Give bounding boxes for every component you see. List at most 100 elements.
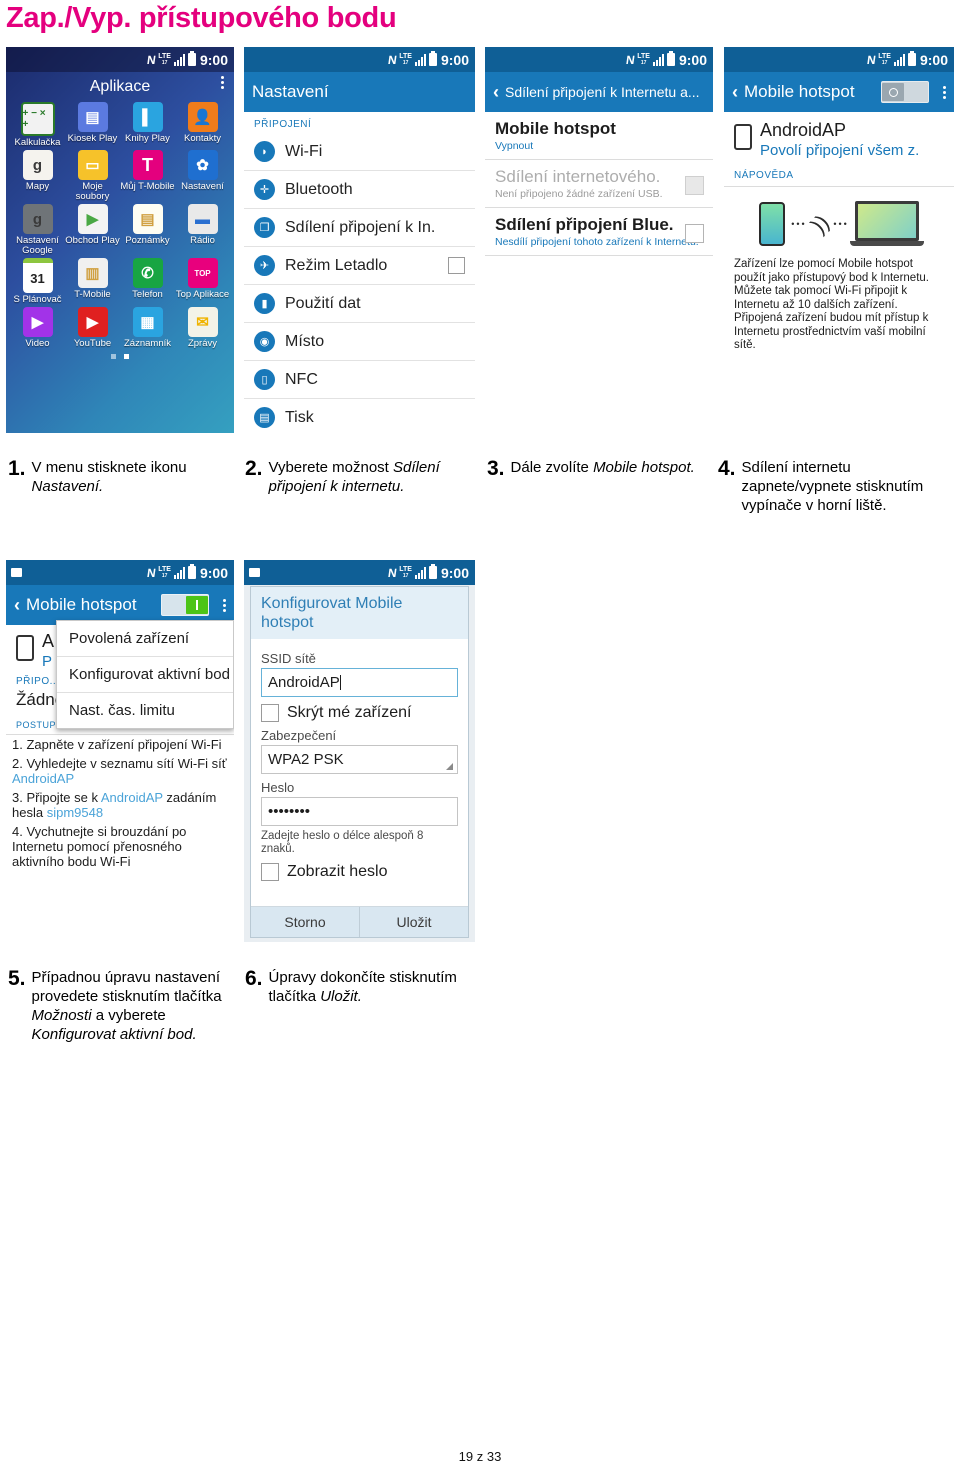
menu-item-0[interactable]: Povolená zařízení [57,621,233,657]
app-label: Video [25,338,50,349]
settings-row-0[interactable]: ◗ Wi-Fi [244,133,475,171]
app-label: Můj T-Mobile [120,181,175,192]
app-icon-7[interactable]: ✿ Nastavení [175,150,230,202]
app-icon-15[interactable]: TOP Top Aplikace [175,258,230,305]
tethering-row-0[interactable]: Mobile hotspot Vypnout [485,112,713,160]
show-password-checkbox-row[interactable]: Zobrazit heslo [261,863,458,881]
ssid-input[interactable]: AndroidAP [261,668,458,697]
app-label: YouTube [73,338,112,349]
app-icon-4[interactable]: g Mapy [10,150,65,202]
ap-row[interactable]: AndroidAP Povolí připojení všem z. [724,112,954,163]
phone-icon [734,124,752,150]
hide-device-checkbox[interactable] [261,704,279,722]
lte-icon: LTE 17 [158,52,171,66]
app-icon-16[interactable]: ▶ Video [10,307,65,349]
cancel-button[interactable]: Storno [251,907,360,937]
settings-row-3[interactable]: ✈ Režim Letadlo [244,247,475,285]
section-header-help: NÁPOVĚDA [724,163,954,187]
settings-row-2[interactable]: ❐ Sdílení připojení k In. [244,209,475,247]
app-icon-17[interactable]: ▶ YouTube [65,307,120,349]
app-glyph-icon: ✉ [187,307,218,337]
app-icon-19[interactable]: ✉ Zprávy [175,307,230,349]
app-icon-1[interactable]: ▤ Kiosek Play [65,102,120,148]
security-select[interactable]: WPA2 PSK [261,745,458,774]
clock-label: 9:00 [199,564,228,581]
hide-device-checkbox-row[interactable]: Skrýt mé zařízení [261,704,458,722]
emphasis-text: Konfigurovat aktivní bod. [31,1026,197,1043]
settings-row-5[interactable]: ◉ Místo [244,323,475,361]
overflow-menu-icon[interactable] [943,85,946,99]
dialog-buttons: Storno Uložit [251,906,468,937]
security-label: Zabezpečení [261,728,337,743]
hotspot-toggle-switch[interactable] [881,81,929,103]
settings-row-7[interactable]: ▤ Tisk [244,399,475,433]
app-glyph-icon: ▤ [77,102,108,132]
app-icon-18[interactable]: ▦ Záznamník [120,307,175,349]
overflow-menu-icon[interactable] [223,598,226,612]
app-icon-11[interactable]: ▬ Rádio [175,204,230,256]
lte-icon: LTE 17 [878,52,891,66]
app-label: Poznámky [125,235,170,246]
back-icon[interactable]: ‹ [732,82,738,103]
step-text: V menu stisknete ikonu Nastavení. [31,459,187,495]
settings-row-label: Místo [285,332,325,350]
ap-subtitle-label: Povolí připojení všem z. [760,142,920,159]
app-label: Obchod Play [65,235,120,246]
app-icon-14[interactable]: ✆ Telefon [120,258,175,305]
app-glyph-icon: g [22,204,53,234]
clock-label: 9:00 [919,51,948,68]
ap-subtitle-label: P [42,653,53,670]
battery-icon [428,51,437,66]
settings-row-4[interactable]: ▮ Použití dat [244,285,475,323]
show-password-checkbox[interactable] [261,863,279,881]
app-icon-3[interactable]: 👤 Kontakty [175,102,230,148]
tethering-row-2[interactable]: Sdílení připojení Blue. Nesdílí připojení… [485,208,713,256]
app-icon-0[interactable]: + − × + Kalkulačka [10,102,65,148]
screenshot-tethering: N LTE 17 9:00 ‹ Sdílení připojení k Inter… [485,47,713,433]
overflow-popup-menu[interactable]: Povolená zařízení Konfigurovat aktivní bo… [56,620,234,729]
app-glyph-icon: 31 [22,258,53,293]
back-icon[interactable]: ‹ [14,595,20,616]
tethering-row-subtitle: Není připojeno žádné zařízení USB. [495,188,663,200]
nfc-icon: N [386,52,398,67]
laptop-illustration-icon [849,201,924,246]
action-bar: Nastavení [244,72,475,112]
nfc-icon: N [386,565,398,580]
action-bar: ‹ Sdílení připojení k Internetu a... [485,72,713,112]
menu-item-1[interactable]: Konfigurovat aktivní bod [57,657,233,693]
overflow-menu-icon[interactable] [221,76,224,89]
settings-row-6[interactable]: ▯ NFC [244,361,475,399]
step-text: Vyberete možnost Sdílení připojení k int… [268,459,440,495]
app-icon-5[interactable]: ▭ Moje soubory [65,150,120,202]
settings-row-1[interactable]: ✛ Bluetooth [244,171,475,209]
tethering-row-title: Mobile hotspot [495,119,616,138]
print-icon: ▤ [254,407,275,428]
app-icon-10[interactable]: ▤ Poznámky [120,204,175,256]
tethering-row-1[interactable]: Sdílení internetového. Není připojeno žád… [485,160,713,208]
hotspot-toggle-switch[interactable] [161,594,209,616]
app-icon-6[interactable]: T Můj T-Mobile [120,150,175,202]
app-icon-13[interactable]: ▥ T-Mobile [65,258,120,305]
ap-name-label: A [42,631,55,651]
app-icon-12[interactable]: 31 S Plánovač [10,258,65,305]
menu-item-2[interactable]: Nast. čas. limitu [57,693,233,728]
tethering-row-checkbox[interactable] [685,224,704,243]
signal-bars-icon [652,53,664,66]
settings-row-checkbox[interactable] [448,257,465,274]
battery-icon [428,564,437,579]
tethering-row-checkbox[interactable] [685,176,704,195]
app-icon-8[interactable]: g Nastavení Google [10,204,65,256]
step-number: 1. [8,457,26,480]
app-icon-9[interactable]: ▶ Obchod Play [65,204,120,256]
ap-name-label: AndroidAP [760,120,847,140]
app-glyph-icon: ▶ [77,204,108,234]
show-password-label: Zobrazit heslo [287,863,388,880]
help-text: Zařízení lze pomocí Mobile hotspot použí… [734,258,929,351]
save-button[interactable]: Uložit [360,907,468,937]
password-input[interactable]: •••••••• [261,797,458,826]
howto-step-1: 2. Vyhledejte v seznamu sítí Wi-Fi síť A… [12,756,227,786]
app-icon-2[interactable]: ▌ Knihy Play [120,102,175,148]
back-icon[interactable]: ‹ [493,82,499,103]
signal-bars-icon [173,566,185,579]
app-label: Knihy Play [125,133,170,144]
